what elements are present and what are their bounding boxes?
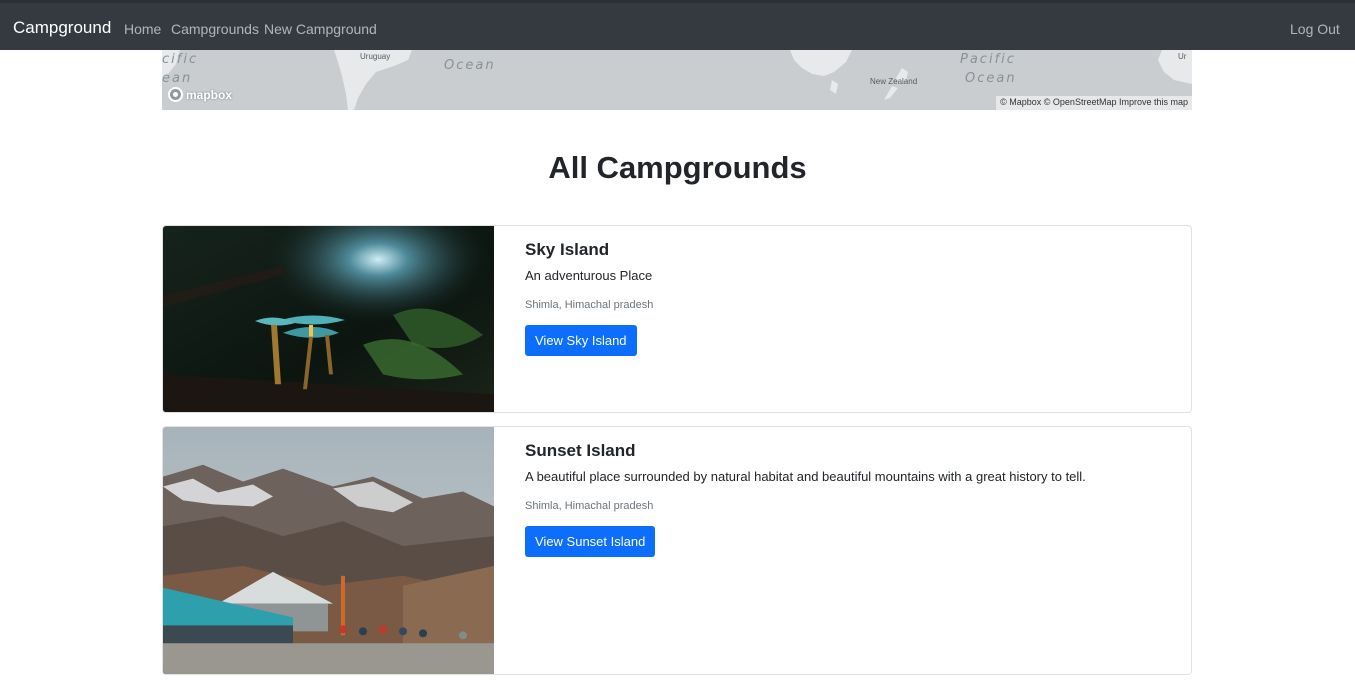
place-label: Uruguay: [360, 52, 391, 61]
top-navbar: Campground Home Campgrounds New Campgrou…: [0, 0, 1355, 50]
mapbox-logo-icon: [168, 87, 183, 102]
campground-title: Sky Island: [525, 240, 610, 259]
mapbox-logo-text: mapbox: [186, 87, 233, 102]
campground-card: Sunset Island A beautiful place surround…: [162, 426, 1192, 675]
campground-location: Shimla, Himachal pradesh: [525, 500, 654, 512]
mapbox-logo[interactable]: mapbox: [168, 87, 232, 102]
ocean-label: Ocean: [965, 71, 1017, 86]
brand-link[interactable]: Campground: [13, 18, 111, 38]
ocean-label: Ocean: [444, 58, 496, 73]
ocean-label: cific: [162, 52, 199, 67]
campground-image: [163, 427, 494, 674]
campground-location: Shimla, Himachal pradesh: [525, 299, 654, 311]
nav-link-new-campground[interactable]: New Campground: [264, 21, 377, 37]
place-label: New Zealand: [870, 77, 918, 86]
nav-link-campgrounds[interactable]: Campgrounds: [171, 21, 259, 37]
view-campground-button[interactable]: View Sunset Island: [525, 526, 656, 557]
page-title: All Campgrounds: [548, 150, 807, 185]
cluster-map[interactable]: cific ean Ocean Pacific Ocean Uruguay Ne…: [162, 50, 1192, 110]
campground-description: A beautiful place surrounded by natural …: [525, 469, 1086, 484]
campground-card: Sky Island An adventurous Place Shimla, …: [162, 225, 1192, 413]
mountain-photo: [163, 427, 494, 674]
map-attribution[interactable]: © Mapbox © OpenStreetMap Improve this ma…: [996, 96, 1192, 110]
place-label: Ur: [1178, 52, 1187, 61]
nav-link-home[interactable]: Home: [124, 21, 161, 37]
ocean-label: Pacific: [960, 52, 1016, 67]
ocean-label: ean: [162, 71, 193, 86]
card-body: Sunset Island A beautiful place surround…: [525, 441, 1175, 557]
mushroom-photo: [163, 226, 494, 412]
campground-image: [163, 226, 494, 412]
campground-title: Sunset Island: [525, 441, 636, 460]
card-body: Sky Island An adventurous Place Shimla, …: [525, 240, 1175, 356]
view-campground-button[interactable]: View Sky Island: [525, 325, 637, 356]
campground-description: An adventurous Place: [525, 268, 653, 283]
logout-link[interactable]: Log Out: [1290, 21, 1340, 37]
